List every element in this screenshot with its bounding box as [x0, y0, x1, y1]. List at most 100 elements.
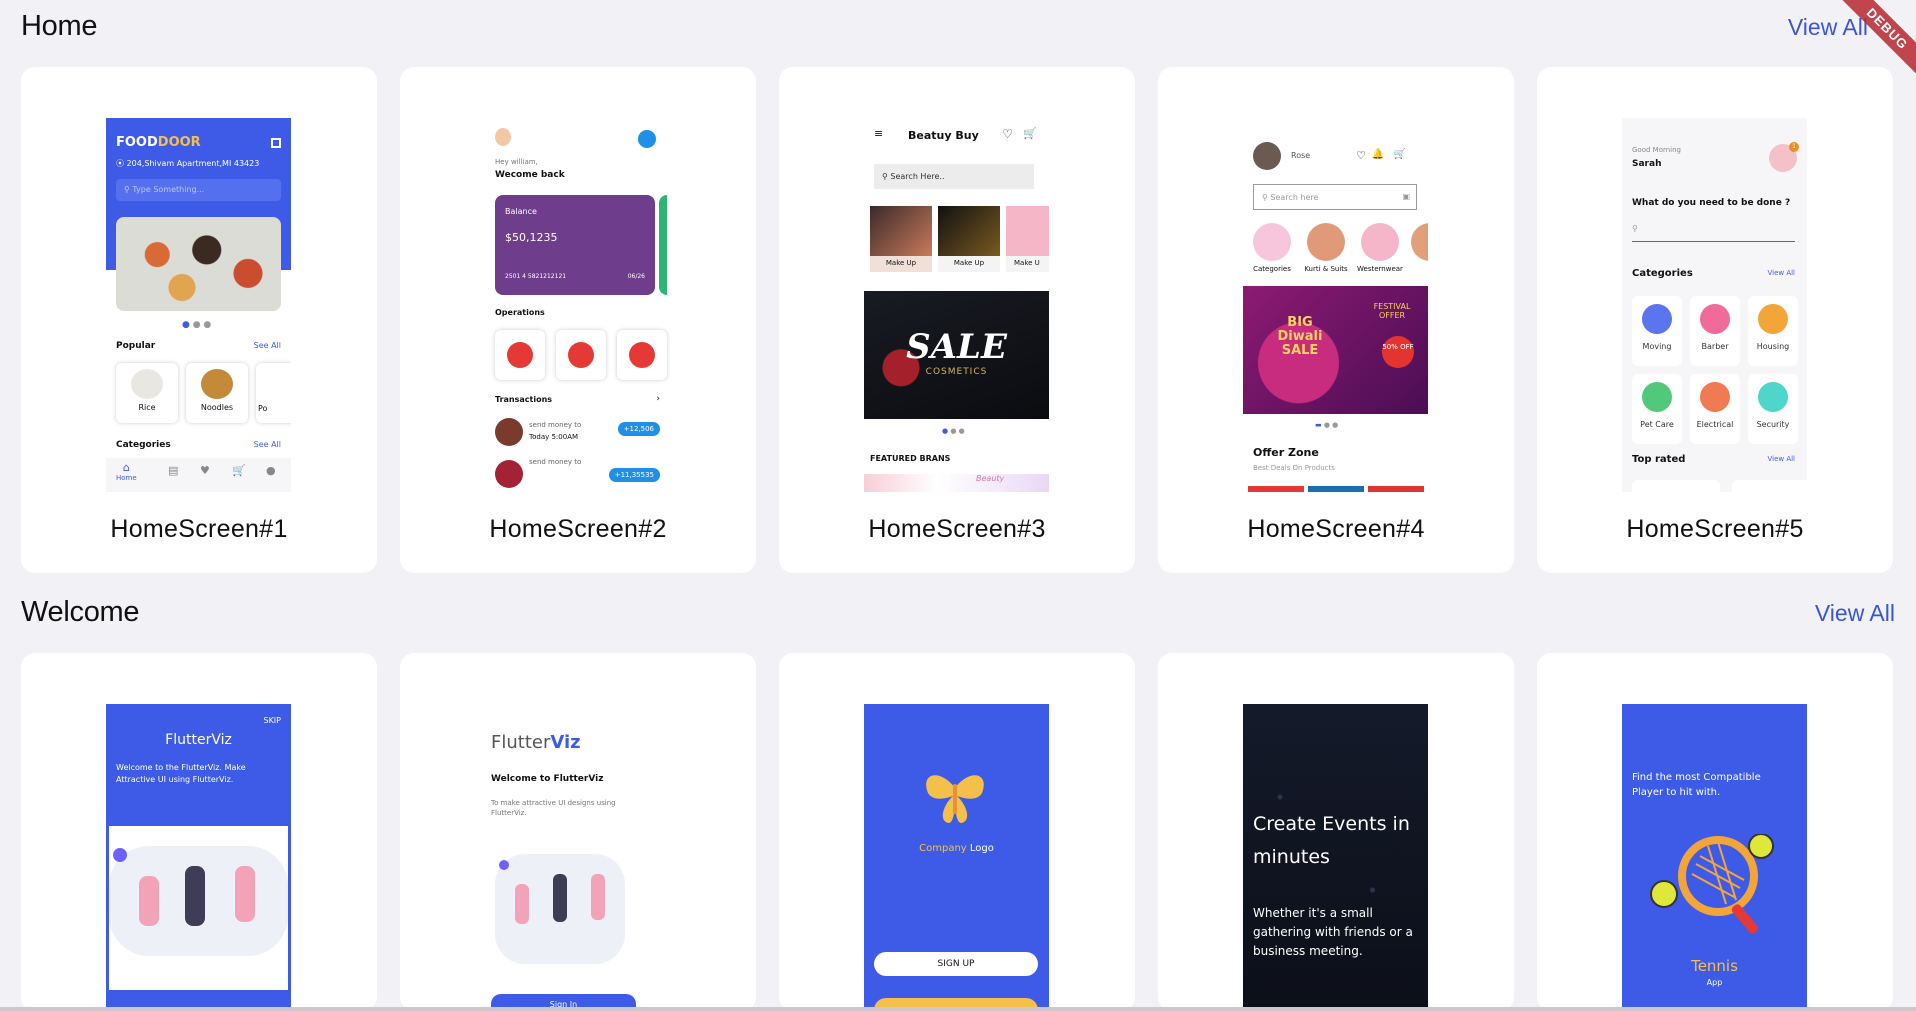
carousel-dots: ● ● ●: [182, 320, 212, 330]
avatar: [495, 128, 511, 146]
flutterviz-logo: FlutterViz: [491, 732, 581, 753]
view-all-categories-link[interactable]: View All: [1767, 269, 1795, 277]
search-input[interactable]: ⚲: [1632, 224, 1795, 242]
section-title-home: Home: [21, 10, 98, 42]
offer-tile[interactable]: [1368, 486, 1424, 492]
transaction-amount: +11,35535: [608, 468, 660, 482]
next-card-peek: [659, 195, 667, 295]
greeting-text: Good Morning: [1632, 146, 1681, 154]
category-makeup-2[interactable]: Make Up: [938, 206, 1000, 272]
service-item[interactable]: Moving: [1632, 296, 1682, 366]
cart-icon[interactable]: 🛒: [1394, 149, 1406, 160]
category-makeup-3[interactable]: Make U: [1006, 206, 1049, 272]
welcome-screen-card-4[interactable]: Create Events in minutes Whether it's a …: [1158, 653, 1514, 1011]
profile-icon[interactable]: ●: [266, 464, 276, 477]
welcome-screen-card-5[interactable]: Find the most Compatible Player to hit w…: [1537, 653, 1893, 1011]
service-label: Moving: [1642, 342, 1672, 351]
camera-icon[interactable]: ▣: [1402, 192, 1410, 201]
cart-icon[interactable]: 🛒: [232, 464, 246, 477]
popular-item-rice[interactable]: Rice: [116, 363, 178, 423]
home-screen-card-4[interactable]: Rose ♡ 🔔 🛒 ⚲ Search here ▣ Categories Kur…: [1158, 67, 1514, 573]
app-title: Beatuy Buy: [908, 129, 979, 142]
chevron-right-icon[interactable]: ›: [656, 394, 660, 404]
sign-up-button[interactable]: SIGN UP: [874, 952, 1038, 976]
transactions-heading: Transactions: [495, 395, 553, 404]
category-makeup-1[interactable]: Make Up: [870, 206, 932, 272]
offer-zone-subtitle: Best Deals On Products: [1253, 464, 1335, 472]
view-all-top-rated-link[interactable]: View All: [1767, 455, 1795, 463]
address-text: ⦿ 204,Shivam Apartment,MI 43423: [116, 159, 260, 168]
list-icon[interactable]: ▤: [168, 464, 178, 477]
transaction-title: send money to: [529, 458, 582, 466]
diwali-sale-banner[interactable]: BIG Diwali SALE FESTIVAL OFFER 50% OFF: [1243, 286, 1428, 414]
top-rated-heading: Top rated: [1632, 454, 1686, 465]
home-screen-card-5[interactable]: Good Morning Sarah 1 What do you need to…: [1537, 67, 1893, 573]
brand-logo: FOODDOOR: [116, 135, 201, 150]
service-item[interactable]: Electrical: [1690, 374, 1740, 444]
top-rated-card[interactable]: [1632, 480, 1720, 492]
service-icon: [1642, 382, 1672, 412]
balance-card[interactable]: Balance $50,1235 2501 4 5821212121 06/26: [495, 195, 655, 295]
skip-button[interactable]: SKIP: [263, 716, 281, 725]
popular-item-noodles[interactable]: Noodles: [186, 363, 248, 423]
welcome-screen-card-1[interactable]: SKIP FlutterViz Welcome to the FlutterVi…: [21, 653, 377, 1011]
home-screen-card-2[interactable]: Hey william, Wecome back Balance $50,123…: [400, 67, 756, 573]
service-label: Housing: [1756, 342, 1790, 351]
service-icon: [1758, 382, 1788, 412]
card-label: HomeScreen#4: [1247, 515, 1425, 543]
welcome-screen-card-3[interactable]: Company Logo SIGN UP: [779, 653, 1135, 1011]
banner-headline: BIG Diwali SALE: [1277, 315, 1323, 358]
category-item[interactable]: Categories: [1249, 223, 1295, 273]
operation-button-1[interactable]: [495, 330, 545, 380]
heart-icon[interactable]: ♥: [200, 464, 210, 477]
home-screen-card-1[interactable]: FOODDOOR ⦿ 204,Shivam Apartment,MI 43423…: [21, 67, 377, 573]
card-label: HomeScreen#1: [110, 515, 288, 543]
category-item[interactable]: Westernwear: [1357, 223, 1403, 273]
menu-icon[interactable]: ≡: [874, 127, 883, 140]
nav-home-tab[interactable]: ⌂ Home: [116, 461, 137, 482]
preview-home-screen-5: Good Morning Sarah 1 What do you need to…: [1622, 118, 1807, 492]
service-item[interactable]: Security: [1748, 374, 1798, 444]
service-label: Pet Care: [1640, 420, 1674, 429]
offer-tile[interactable]: [1308, 486, 1364, 492]
carousel-dots: ● ● ●: [942, 427, 965, 435]
featured-brands-strip: Beauty: [864, 474, 1049, 492]
view-all-home-link[interactable]: View All: [1788, 14, 1868, 41]
operation-button-2[interactable]: [556, 330, 606, 380]
category-item[interactable]: [1411, 223, 1428, 261]
welcome-title: FlutterViz: [165, 732, 232, 748]
search-input[interactable]: ⚲ Search here ▣: [1253, 184, 1417, 210]
search-input[interactable]: ⚲ Type Something...: [116, 179, 281, 201]
see-all-popular-link[interactable]: See All: [254, 341, 281, 350]
popular-item-partial[interactable]: Po: [256, 363, 291, 423]
operations-heading: Operations: [495, 308, 545, 317]
category-item[interactable]: Kurti & Suits: [1303, 223, 1349, 273]
categories-heading: Categories: [1632, 268, 1693, 279]
service-item[interactable]: Barber: [1690, 296, 1740, 366]
service-item[interactable]: Pet Care: [1632, 374, 1682, 444]
preview-welcome-screen-2: FlutterViz Welcome to FlutterViz To make…: [485, 704, 670, 1011]
service-item[interactable]: Housing: [1748, 296, 1798, 366]
preview-welcome-screen-1: SKIP FlutterViz Welcome to the FlutterVi…: [106, 704, 291, 1011]
cart-icon[interactable]: 🛒: [1023, 127, 1037, 140]
notification-icon[interactable]: [638, 130, 656, 148]
sale-banner[interactable]: SALE COSMETICS: [864, 291, 1049, 419]
see-all-categories-link[interactable]: See All: [254, 440, 281, 449]
service-label: Electrical: [1696, 420, 1734, 429]
preview-home-screen-2: Hey william, Wecome back Balance $50,123…: [485, 118, 670, 492]
bell-icon[interactable]: 🔔: [1372, 149, 1384, 160]
offer-tile[interactable]: [1248, 486, 1304, 492]
operation-button-3[interactable]: [617, 330, 667, 380]
top-rated-card[interactable]: [1732, 480, 1807, 492]
view-all-welcome-link[interactable]: View All: [1815, 600, 1895, 627]
tennis-racket-icon: [1650, 834, 1774, 934]
heart-icon[interactable]: ♡: [1356, 149, 1366, 162]
gift-icon: [629, 342, 655, 368]
welcome-text: Whether it's a small gathering with frie…: [1253, 906, 1413, 958]
service-label: Security: [1756, 420, 1790, 429]
heart-icon[interactable]: ♡: [1002, 127, 1013, 141]
home-screen-card-3[interactable]: ≡ Beatuy Buy ♡ 🛒 ⚲ Search Here.. Make Up…: [779, 67, 1135, 573]
preview-home-screen-3: ≡ Beatuy Buy ♡ 🛒 ⚲ Search Here.. Make Up…: [864, 118, 1049, 492]
search-input[interactable]: ⚲ Search Here..: [874, 164, 1034, 189]
welcome-screen-card-2[interactable]: FlutterViz Welcome to FlutterViz To make…: [400, 653, 756, 1011]
